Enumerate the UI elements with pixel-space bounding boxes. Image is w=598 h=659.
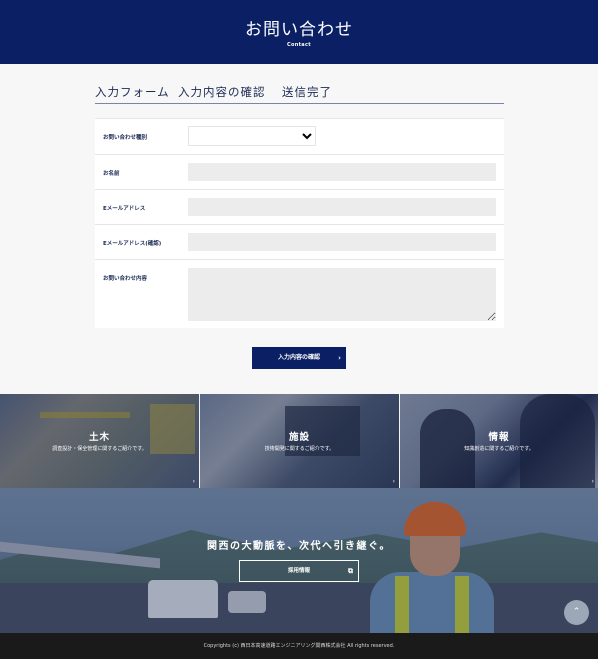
tile-civil-desc: 調査設計・保全管理に関するご紹介です。 [52, 446, 147, 452]
external-link-icon: ⧉ [348, 567, 353, 575]
tile-facility-title: 施設 [288, 432, 310, 443]
step-indicator: 入力フォーム 入力内容の確認 送信完了 [95, 84, 504, 104]
chevron-right-icon: › [192, 478, 195, 485]
chevron-up-icon: ⌃ [572, 607, 581, 617]
confirm-button[interactable]: 入力内容の確認 › [252, 347, 346, 369]
step-complete: 送信完了 [282, 85, 332, 99]
email-confirm-label: Eメールアドレス(確認) [103, 241, 162, 247]
inquiry-type-select[interactable] [188, 126, 316, 146]
footer-copyright: Copyrights (c) 西日本高速道路エンジニアリング関西株式会社 All… [203, 643, 395, 649]
tile-information-desc: 知識創造に関するご紹介です。 [464, 446, 534, 452]
recruit-button-label: 採用情報 [287, 568, 310, 574]
step-input-form: 入力フォーム [95, 85, 170, 99]
chevron-right-icon: › [392, 478, 395, 485]
back-to-top-button[interactable]: ⌃ [564, 600, 589, 625]
message-textarea[interactable] [188, 268, 496, 321]
tile-facility[interactable]: 施設 技術開発に関するご紹介です。 › [200, 394, 399, 488]
chevron-right-icon: › [591, 478, 594, 485]
page-subtitle: Contact [287, 42, 311, 48]
service-tiles: 土木 調査設計・保全管理に関するご紹介です。 › 施設 技術開発に関するご紹介で… [0, 394, 598, 488]
tile-civil[interactable]: 土木 調査設計・保全管理に関するご紹介です。 › [0, 394, 199, 488]
recruit-button[interactable]: 採用情報 ⧉ [239, 560, 359, 582]
inquiry-type-label: お問い合わせ種別 [103, 135, 148, 141]
form-row-message: お問い合わせ内容 [95, 259, 504, 328]
confirm-button-label: 入力内容の確認 [277, 354, 320, 361]
recruit-banner: 関西の大動脈を、次代へ引き継ぐ。 採用情報 ⧉ [0, 488, 598, 633]
name-label: お名前 [103, 171, 120, 177]
form-row-email: Eメールアドレス [95, 189, 504, 224]
name-field[interactable] [188, 163, 496, 181]
tile-information[interactable]: 情報 知識創造に関するご紹介です。 › [400, 394, 598, 488]
tile-facility-desc: 技術開発に関するご紹介です。 [264, 446, 335, 452]
email-field[interactable] [188, 198, 496, 216]
page-title: お問い合わせ [245, 20, 353, 40]
step-confirm: 入力内容の確認 [178, 85, 266, 99]
footer: Copyrights (c) 西日本高速道路エンジニアリング関西株式会社 All… [0, 633, 598, 659]
banner-slogan: 関西の大動脈を、次代へ引き継ぐ。 [207, 541, 391, 552]
message-label: お問い合わせ内容 [103, 276, 148, 282]
tile-information-title: 情報 [488, 432, 510, 443]
contact-form: お問い合わせ種別 お名前 Eメールアドレス Eメールアドレス(確認) お問い合わ… [95, 118, 504, 328]
form-row-inquiry-type: お問い合わせ種別 [95, 118, 504, 154]
email-confirm-field[interactable] [188, 233, 496, 251]
form-row-name: お名前 [95, 154, 504, 189]
page-header: お問い合わせ Contact [0, 0, 598, 64]
tile-civil-title: 土木 [88, 432, 110, 443]
chevron-right-icon: › [338, 354, 341, 362]
email-label: Eメールアドレス [103, 206, 146, 212]
form-row-email-confirm: Eメールアドレス(確認) [95, 224, 504, 259]
